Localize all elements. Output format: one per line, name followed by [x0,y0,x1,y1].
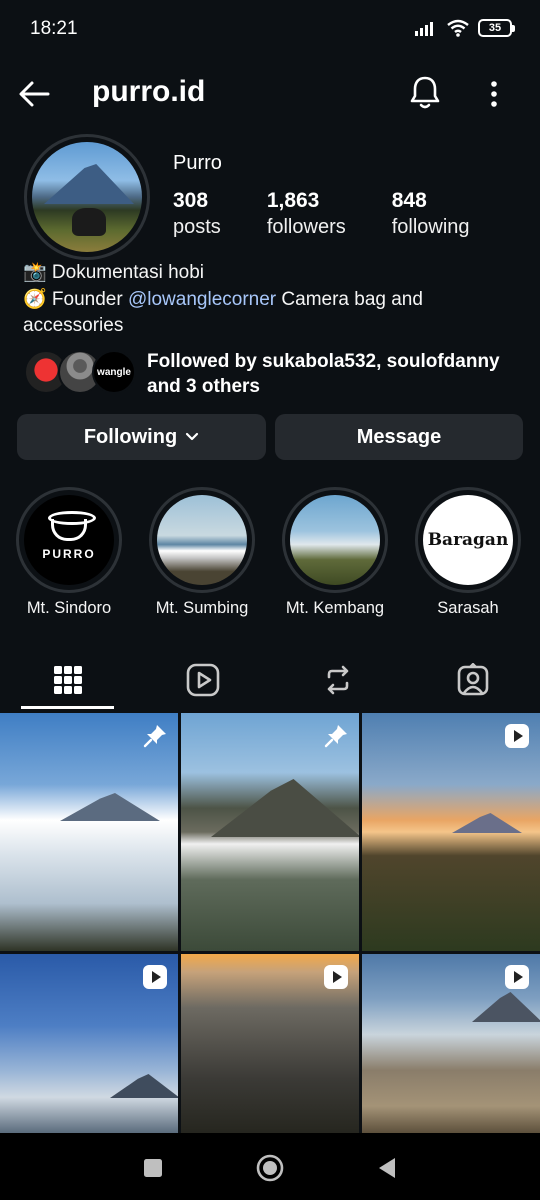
purro-logo: PURRO [24,495,114,585]
bio-founder-prefix: 🧭 Founder [23,288,128,310]
notifications-button[interactable] [404,72,446,114]
highlight-image [290,495,380,585]
followed-by-text[interactable]: Followed by sukabola532, soulofdanny and… [147,349,527,399]
battery-icon: 35 [478,19,515,37]
bio-line-2: 🧭 Founder @lowanglecorner Camera bag and… [23,287,523,340]
highlight-sarasah[interactable]: Baragan Sarasah [414,487,522,618]
highlight-ring [149,487,255,593]
highlight-ring: Baragan [415,487,521,593]
pin-icon [324,725,347,748]
cup-icon [48,511,96,541]
followers-label: followers [266,216,346,238]
posts-label: posts [173,216,221,238]
triangle-back-icon [379,1158,395,1178]
tab-posts-grid[interactable] [21,652,115,708]
highlight-ring [282,487,388,593]
active-tab-indicator [21,706,114,709]
wifi-icon [447,19,469,37]
reel-icon [505,724,529,748]
circle-icon [256,1154,284,1182]
system-nav-bar [0,1133,540,1200]
following-button[interactable]: Following [17,414,266,460]
highlight-sumbing[interactable]: Mt. Sumbing [148,487,256,618]
reel-icon [143,965,167,989]
baragan-logo-text: Baragan [427,530,509,550]
tab-tagged[interactable] [426,652,520,708]
message-button[interactable]: Message [275,414,523,460]
battery-level: 35 [488,22,502,34]
highlight-sindoro[interactable]: PURRO Mt. Sindoro [15,487,123,618]
follower-avatar: wangle [92,350,136,394]
tab-reels[interactable] [156,652,250,708]
posts-grid [0,713,540,1133]
post-thumbnail[interactable] [181,713,359,951]
highlight-label: Mt. Kembang [285,599,385,617]
profile-tabs [0,652,540,712]
more-vertical-icon [491,81,497,107]
bell-icon [410,76,440,109]
chevron-down-icon [186,432,199,441]
following-count: 848 [391,189,427,212]
more-options-button[interactable] [478,74,510,114]
story-highlights: PURRO Mt. Sindoro Mt. Sumbing Mt. Kemban… [0,487,540,627]
profile-bio: 📸 Dokumentasi hobi 🧭 Founder @lowangleco… [23,260,523,340]
home-button[interactable] [253,1151,287,1185]
status-bar: 18:21 35 [0,0,540,60]
post-thumbnail[interactable] [362,713,540,951]
bio-mention-link[interactable]: @lowanglecorner [128,289,276,310]
followed-by-avatars[interactable]: wangle [24,350,136,394]
bio-line-1: 📸 Dokumentasi hobi [23,262,205,283]
reels-icon [186,663,220,697]
grid-icon [54,666,82,694]
profile-username: purro.id [92,75,206,108]
post-thumbnail[interactable] [0,713,178,951]
highlight-label: Sarasah [437,599,499,617]
signal-icon [415,22,433,36]
stat-posts[interactable]: 308 posts [173,188,221,240]
status-time: 18:21 [30,18,78,39]
message-button-label: Message [356,425,442,448]
arrow-left-icon [19,81,50,107]
following-button-label: Following [83,425,178,448]
display-name: Purro [173,152,222,174]
follower-avatar-label: wangle [97,366,131,378]
post-thumbnail[interactable] [0,954,178,1133]
reel-icon [505,965,529,989]
followers-count: 1,863 [266,189,320,212]
highlight-label: Mt. Sumbing [155,599,249,617]
system-back-button[interactable] [370,1151,404,1185]
highlight-kembang[interactable]: Mt. Kembang [281,487,389,618]
repost-icon [327,665,349,695]
pin-icon [143,725,166,748]
status-icons: 35 [414,18,515,38]
highlight-label: Mt. Sindoro [26,599,112,617]
profile-stats: 308 posts 1,863 followers 848 following [173,188,516,240]
following-label: following [391,216,470,238]
reel-icon [324,965,348,989]
tab-reposts[interactable] [291,652,385,708]
baragan-logo: Baragan [423,495,513,585]
recents-button[interactable] [136,1151,170,1185]
highlight-ring: PURRO [16,487,122,593]
highlight-image [157,495,247,585]
profile-avatar[interactable] [24,134,150,260]
posts-count: 308 [173,189,209,212]
stat-followers[interactable]: 1,863 followers [267,188,346,240]
purro-logo-text: PURRO [42,547,96,561]
square-icon [144,1159,162,1177]
post-thumbnail[interactable] [362,954,540,1133]
top-bar: purro.id [0,64,540,124]
avatar-image [32,142,142,252]
tagged-icon [457,663,489,696]
stat-following[interactable]: 848 following [392,188,470,240]
back-button[interactable] [14,74,54,114]
post-thumbnail[interactable] [181,954,359,1133]
